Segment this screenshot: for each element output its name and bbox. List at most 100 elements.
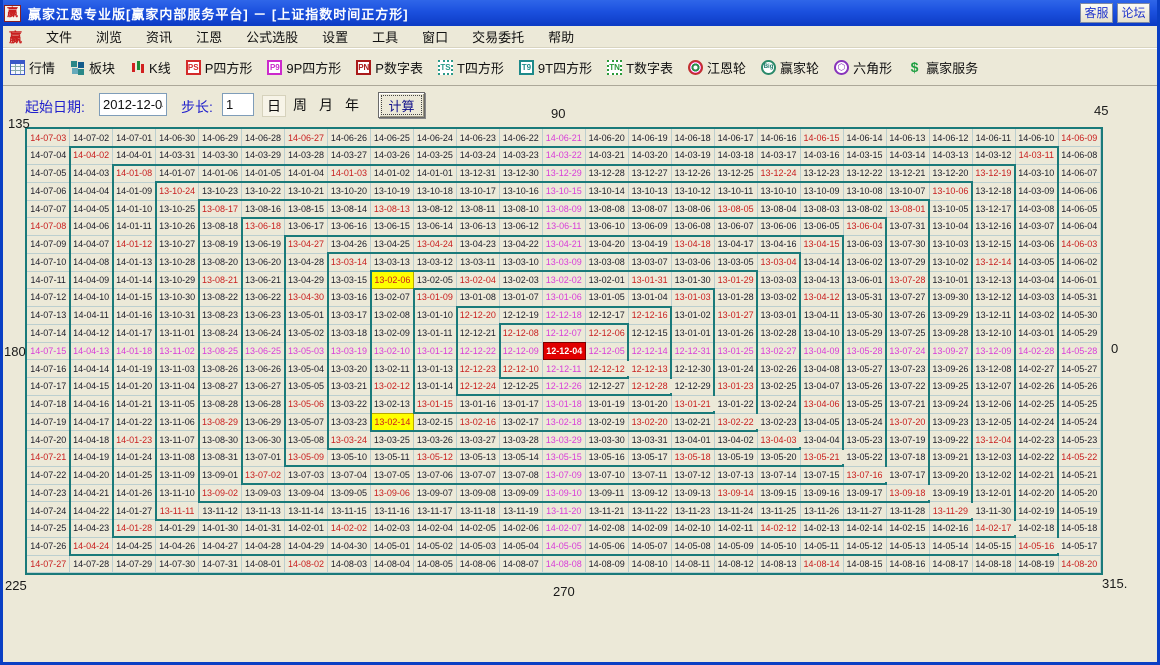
time-square-cell[interactable]: 13-02-03 xyxy=(500,271,543,289)
time-square-cell[interactable]: 14-06-25 xyxy=(371,129,414,147)
time-square-cell[interactable]: 13-04-16 xyxy=(757,236,800,254)
time-square-cell[interactable]: 14-05-07 xyxy=(628,537,671,555)
time-square-cell[interactable]: 13-06-22 xyxy=(242,289,285,307)
time-square-cell[interactable]: 13-09-22 xyxy=(929,431,972,449)
time-square-cell[interactable]: 13-05-14 xyxy=(500,449,543,467)
time-square-cell[interactable]: 14-05-13 xyxy=(886,537,929,555)
time-square-cell[interactable]: 13-03-02 xyxy=(757,289,800,307)
toolbar-item[interactable]: PNP数字表 xyxy=(356,58,423,77)
time-square-cell[interactable]: 13-08-10 xyxy=(500,200,543,218)
time-square-cell[interactable]: 14-02-24 xyxy=(1015,413,1058,431)
time-square-cell[interactable]: 13-11-23 xyxy=(671,502,714,520)
time-square-cell[interactable]: 14-03-25 xyxy=(414,147,457,165)
time-square-cell[interactable]: 13-08-23 xyxy=(199,307,242,325)
time-square-cell[interactable]: 13-09-29 xyxy=(929,307,972,325)
time-square-cell[interactable]: 14-01-22 xyxy=(113,413,156,431)
start-date-input[interactable] xyxy=(99,93,167,116)
time-square-cell[interactable]: 14-06-03 xyxy=(1058,236,1101,254)
time-square-cell[interactable]: 13-12-31 xyxy=(457,165,500,183)
time-square-cell[interactable]: 13-02-14 xyxy=(371,413,414,431)
time-square-cell[interactable]: 14-06-10 xyxy=(1015,129,1058,147)
time-square-cell[interactable]: 13-09-25 xyxy=(929,378,972,396)
time-square-cell[interactable]: 14-07-09 xyxy=(27,236,70,254)
time-square-cell[interactable]: 13-07-06 xyxy=(414,466,457,484)
time-square-cell[interactable]: 14-07-08 xyxy=(27,218,70,236)
menu-item-6[interactable]: 设置 xyxy=(322,27,348,46)
time-square-cell[interactable]: 13-03-24 xyxy=(328,431,371,449)
time-square-cell[interactable]: 12-12-19 xyxy=(500,307,543,325)
time-square-cell[interactable]: 13-09-09 xyxy=(500,484,543,502)
time-square-cell[interactable]: 13-10-09 xyxy=(800,182,843,200)
time-square-cell[interactable]: 13-02-21 xyxy=(671,413,714,431)
time-square-cell[interactable]: 13-11-12 xyxy=(199,502,242,520)
time-square-cell[interactable]: 13-11-20 xyxy=(543,502,586,520)
time-square-cell[interactable]: 13-06-04 xyxy=(843,218,886,236)
time-square-cell[interactable]: 14-02-16 xyxy=(929,520,972,538)
time-square-cell[interactable]: 14-01-27 xyxy=(113,502,156,520)
time-square-cell[interactable]: 14-08-20 xyxy=(1058,555,1101,573)
time-square-cell[interactable]: 13-10-22 xyxy=(242,182,285,200)
time-square-cell[interactable]: 13-10-19 xyxy=(371,182,414,200)
time-square-cell[interactable]: 14-03-11 xyxy=(1015,147,1058,165)
time-square-cell[interactable]: 14-03-23 xyxy=(500,147,543,165)
menu-item-5[interactable]: 公式选股 xyxy=(246,27,298,46)
time-square-cell[interactable]: 14-05-11 xyxy=(800,537,843,555)
time-square-cell[interactable]: 14-01-20 xyxy=(113,378,156,396)
time-square-cell[interactable]: 13-05-17 xyxy=(628,449,671,467)
period-option-2[interactable]: 周 xyxy=(288,95,312,117)
time-square-cell[interactable]: 13-06-21 xyxy=(242,271,285,289)
toolbar-item[interactable]: TNT数字表 xyxy=(607,58,673,77)
time-square-cell[interactable]: 13-03-04 xyxy=(757,253,800,271)
time-square-cell[interactable]: 14-02-17 xyxy=(972,520,1015,538)
time-square-cell[interactable]: 14-01-31 xyxy=(242,520,285,538)
time-square-cell[interactable]: 14-02-23 xyxy=(1015,431,1058,449)
time-square-cell[interactable]: 13-08-04 xyxy=(757,200,800,218)
time-square-cell[interactable]: 13-01-21 xyxy=(671,395,714,413)
time-square-cell[interactable]: 14-04-19 xyxy=(70,449,113,467)
time-square-cell[interactable]: 14-06-27 xyxy=(285,129,328,147)
time-square-cell[interactable]: 13-09-15 xyxy=(757,484,800,502)
time-square-cell[interactable]: 14-01-19 xyxy=(113,360,156,378)
time-square-cell[interactable]: 13-12-01 xyxy=(972,484,1015,502)
time-square-cell[interactable]: 13-09-19 xyxy=(929,484,972,502)
time-square-cell[interactable]: 13-04-28 xyxy=(285,253,328,271)
toolbar-item[interactable]: 行情 xyxy=(10,58,55,77)
time-square-cell[interactable]: 14-06-09 xyxy=(1058,129,1101,147)
time-square-cell[interactable]: 13-12-26 xyxy=(671,165,714,183)
time-square-cell[interactable]: 13-05-12 xyxy=(414,449,457,467)
menu-item-1[interactable]: 文件 xyxy=(46,27,72,46)
time-square-cell[interactable]: 13-06-20 xyxy=(242,253,285,271)
time-square-cell[interactable]: 13-03-31 xyxy=(628,431,671,449)
time-square-cell[interactable]: 13-12-25 xyxy=(714,165,757,183)
time-square-cell[interactable]: 13-08-29 xyxy=(199,413,242,431)
time-square-cell[interactable]: 13-07-21 xyxy=(886,395,929,413)
time-square-cell[interactable]: 13-04-29 xyxy=(285,271,328,289)
time-square-cell[interactable]: 13-11-13 xyxy=(242,502,285,520)
time-square-cell[interactable]: 14-07-27 xyxy=(27,555,70,573)
time-square-cell[interactable]: 13-06-12 xyxy=(500,218,543,236)
time-square-cell[interactable]: 13-10-07 xyxy=(886,182,929,200)
time-square-cell[interactable]: 13-01-05 xyxy=(585,289,628,307)
time-square-cell[interactable]: 12-12-25 xyxy=(500,378,543,396)
time-square-cell[interactable]: 13-01-22 xyxy=(714,395,757,413)
time-square-cell[interactable]: 14-08-06 xyxy=(457,555,500,573)
time-square-cell[interactable]: 13-08-18 xyxy=(199,218,242,236)
time-square-cell[interactable]: 13-09-12 xyxy=(628,484,671,502)
time-square-cell[interactable]: 13-10-08 xyxy=(843,182,886,200)
time-square-cell[interactable]: 13-02-12 xyxy=(371,378,414,396)
calculate-button[interactable]: 计算 xyxy=(378,92,425,118)
time-square-cell[interactable]: 14-07-01 xyxy=(113,129,156,147)
time-square-cell[interactable]: 13-11-15 xyxy=(328,502,371,520)
time-square-cell[interactable]: 13-10-30 xyxy=(156,289,199,307)
time-square-cell[interactable]: 13-10-28 xyxy=(156,253,199,271)
time-square-cell[interactable]: 13-02-17 xyxy=(500,413,543,431)
time-square-cell[interactable]: 14-02-15 xyxy=(886,520,929,538)
time-square-cell[interactable]: 14-03-31 xyxy=(156,147,199,165)
time-square-cell[interactable]: 13-03-12 xyxy=(414,253,457,271)
time-square-cell[interactable]: 13-05-23 xyxy=(843,431,886,449)
time-square-cell[interactable]: 14-07-04 xyxy=(27,147,70,165)
time-square-cell[interactable]: 14-02-28 xyxy=(1015,342,1058,360)
time-square-cell[interactable]: 14-03-22 xyxy=(543,147,586,165)
time-square-cell[interactable]: 14-08-01 xyxy=(242,555,285,573)
time-square-cell[interactable]: 13-07-28 xyxy=(886,271,929,289)
